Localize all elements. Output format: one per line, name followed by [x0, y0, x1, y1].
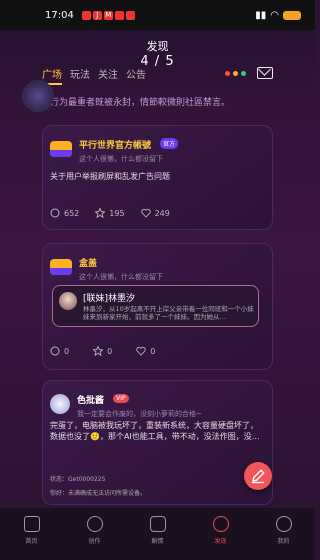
post-content: 关于用户举报刷屏和乱发广告问题	[50, 172, 170, 181]
post-card[interactable]: 色批酱 VIP 我一定要会作废的，没刻小萝莉的合格~ 完蛋了，电脑被我玩坏了，重…	[42, 380, 273, 505]
star-icon	[95, 208, 106, 218]
create-icon	[86, 516, 103, 532]
quoted-character-card[interactable]: [联妹]林墨汐 林墨汐，从10岁起离不开上岸父亲带着一位同班和一个小妹妹来到新家…	[52, 285, 259, 327]
author-name[interactable]: 平行世界官方帳號	[79, 141, 151, 151]
post-actions: 0 0 0	[50, 346, 155, 356]
app-chips: J M	[81, 10, 135, 20]
status-time: 17:04	[45, 9, 74, 21]
nav-label: 我的	[277, 538, 290, 545]
comment-icon	[50, 208, 60, 218]
star-count: 0	[107, 346, 113, 356]
nav-me[interactable]: 我的	[252, 508, 315, 560]
nav-story[interactable]: 剧情	[126, 508, 189, 560]
comment-button[interactable]: 652	[50, 208, 79, 218]
like-button[interactable]: 0	[136, 346, 155, 356]
author-name[interactable]: 色批酱	[77, 396, 104, 406]
tab-following[interactable]: 关注	[98, 66, 118, 85]
notification-icon	[81, 10, 91, 20]
bottom-navigation: 首页 创作 剧情 发现 我的	[0, 508, 315, 560]
author-name[interactable]: 盒盖	[79, 259, 97, 269]
author-logo-icon	[50, 140, 72, 157]
app-icon: J	[92, 10, 102, 20]
author-signature: 我一定要会作废的，没刻小萝莉的合格~	[77, 410, 202, 418]
star-icon	[93, 346, 104, 356]
post-actions: 652 195 249	[50, 208, 170, 218]
star-button[interactable]: 0	[93, 346, 112, 356]
status-bar: 17:04 J M ▮▮ ◠	[0, 0, 315, 30]
character-name: [联妹]林墨汐	[83, 294, 136, 304]
app-icon	[114, 10, 124, 20]
tab-bar: 广场 玩法 关注 公告	[42, 66, 146, 85]
author-signature: 这个人很懒，什么都没留下	[79, 273, 163, 281]
post-header: 盒盖 这个人很懒，什么都没留下	[50, 251, 163, 282]
comment-count: 0	[64, 346, 70, 356]
heart-icon	[140, 208, 151, 218]
tab-announcement[interactable]: 公告	[126, 66, 146, 85]
page-title: 发现 4 / 5	[0, 38, 315, 69]
nav-label: 发现	[214, 538, 227, 545]
character-description: 林墨汐，从10岁起离不开上岸父亲带着一位同班和一个小妹妹来到新家开始，前就多了一…	[83, 305, 254, 321]
app-icon: M	[103, 10, 113, 20]
like-button[interactable]: 249	[140, 208, 170, 218]
author-avatar[interactable]	[50, 393, 70, 414]
comment-icon	[50, 346, 60, 356]
pencil-icon	[252, 469, 265, 484]
post-card[interactable]: 平行世界官方帳號 官方 这个人很懒，什么都没留下 关于用户举报刷屏和乱发广告问题…	[42, 125, 273, 230]
floating-avatar[interactable]	[22, 80, 54, 112]
more-dots-icon[interactable]	[225, 71, 246, 76]
comment-count: 652	[64, 208, 80, 218]
mail-icon[interactable]	[257, 67, 273, 79]
vip-badge: VIP	[113, 394, 129, 403]
nav-discover[interactable]: 发现	[189, 508, 252, 560]
character-avatar	[59, 292, 77, 310]
discover-icon	[212, 516, 229, 532]
title-text: 发现	[146, 40, 169, 53]
notice-text: 行为最重者既被永封，情節較微則社區禁言。	[50, 98, 231, 108]
home-icon	[23, 516, 40, 532]
nav-create[interactable]: 创作	[63, 508, 126, 560]
post-extra-line: 你好：未满确成无法访问所需设备。	[50, 490, 147, 497]
nav-label: 剧情	[151, 538, 164, 545]
app-icon	[125, 10, 135, 20]
nav-label: 创作	[88, 538, 101, 545]
story-icon	[149, 516, 166, 532]
star-button[interactable]: 195	[95, 208, 125, 218]
post-header: 平行世界官方帳號 官方 这个人很懒，什么都没留下	[50, 133, 179, 164]
like-count: 249	[154, 208, 170, 218]
wifi-icon: ◠	[270, 9, 279, 21]
nav-label: 首页	[25, 538, 38, 545]
post-header: 色批酱 VIP 我一定要会作废的，没刻小萝莉的合格~	[50, 388, 202, 419]
author-signature: 这个人很懒，什么都没留下	[79, 155, 163, 163]
like-count: 0	[150, 346, 156, 356]
post-extra-line: 状态：Get0000225	[50, 476, 106, 483]
system-indicators: ▮▮ ◠	[255, 10, 301, 21]
official-badge: 官方	[160, 138, 179, 149]
author-logo-icon	[50, 258, 72, 275]
compose-button[interactable]	[244, 462, 272, 490]
nav-home[interactable]: 首页	[0, 508, 63, 560]
tab-gameplay[interactable]: 玩法	[70, 66, 90, 85]
signal-icon: ▮▮	[255, 9, 267, 21]
post-content: 完蛋了，电脑被我玩坏了，重装新系统，大容量硬盘坏了，数据也没了🙂，那个AI也能工…	[50, 421, 260, 441]
star-count: 195	[109, 208, 125, 218]
battery-icon	[283, 10, 301, 20]
post-card[interactable]: 盒盖 这个人很懒，什么都没留下 [联妹]林墨汐 林墨汐，从10岁起离不开上岸父亲…	[42, 243, 273, 370]
heart-icon	[136, 346, 146, 356]
profile-icon	[275, 516, 292, 532]
comment-button[interactable]: 0	[50, 346, 69, 356]
